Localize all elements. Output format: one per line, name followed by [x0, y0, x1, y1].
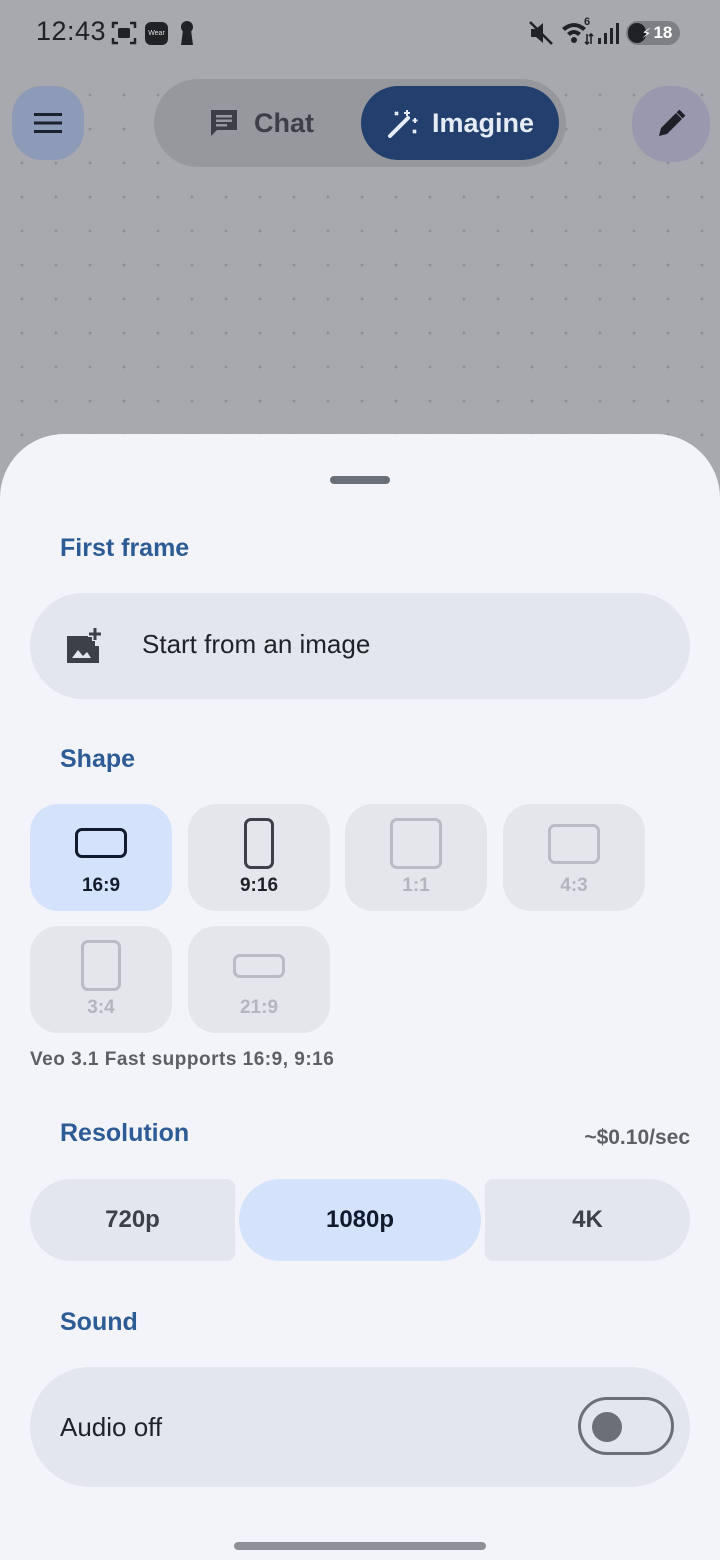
hamburger-menu-icon [34, 113, 62, 133]
landscape-frame-icon [75, 828, 127, 858]
video-settings-sheet: First frame Start from an image Shape 16… [0, 434, 720, 1560]
mode-imagine-label: Imagine [431, 107, 535, 138]
battery-level: 18 [653, 23, 673, 42]
sound-title: Sound [60, 1308, 138, 1336]
audio-row: Audio off [30, 1367, 690, 1487]
mode-imagine-button[interactable]: Imagine [361, 86, 559, 160]
shape-label: 9:16 [239, 875, 279, 896]
shape-label: 16:9 [81, 875, 121, 896]
mode-chat-label: Chat [254, 107, 314, 138]
shape-9-16-tile[interactable]: 9:16 [188, 804, 330, 911]
shape-3-4-tile[interactable]: 3:4 [30, 926, 172, 1033]
status-bar: 12:43 Wear 6 ⚡ 18 [0, 0, 720, 66]
ultrawide-frame-icon [233, 954, 285, 978]
price-per-second: ~$0.10/sec [584, 1126, 690, 1149]
resolution-label: 1080p [325, 1206, 395, 1233]
menu-button[interactable] [12, 86, 84, 160]
wifi-standard-badge: 6 [584, 16, 591, 28]
mute-icon [529, 21, 553, 45]
shape-4-3-tile[interactable]: 4:3 [503, 804, 645, 911]
home-gesture-bar[interactable] [234, 1542, 486, 1550]
switch-knob [592, 1412, 622, 1442]
shape-title: Shape [60, 745, 136, 773]
wear-icon: Wear [145, 22, 168, 45]
status-time: 12:43 [36, 16, 107, 46]
background-canvas [0, 0, 720, 470]
magic-wand-icon [387, 110, 418, 138]
new-chat-button[interactable] [632, 86, 710, 162]
keyhole-icon [181, 21, 193, 45]
bolt-icon: ⚡ [641, 24, 652, 41]
three-four-frame-icon [81, 940, 121, 991]
pencil-icon [659, 109, 686, 136]
start-from-image-button[interactable]: Start from an image [30, 593, 690, 699]
shape-label: 4:3 [560, 875, 588, 896]
shape-label: 21:9 [239, 997, 279, 1018]
portrait-frame-icon [244, 818, 274, 869]
four-three-frame-icon [548, 824, 600, 864]
audio-label: Audio off [60, 1412, 163, 1442]
shape-1-1-tile[interactable]: 1:1 [345, 804, 487, 911]
battery-indicator: ⚡ 18 [626, 21, 680, 45]
resolution-label: 4K [572, 1206, 603, 1233]
resolution-label: 720p [105, 1206, 160, 1233]
cell-signal-icon [598, 23, 619, 44]
mode-toggle: Chat Imagine [154, 79, 566, 167]
shape-16-9-tile[interactable]: 16:9 [30, 804, 172, 911]
resolution-title: Resolution [60, 1119, 190, 1147]
add-photo-icon [67, 627, 102, 663]
chat-bubble-icon [211, 110, 237, 136]
first-frame-title: First frame [60, 534, 190, 562]
screenshot-icon [111, 21, 137, 45]
start-from-image-label: Start from an image [142, 629, 371, 659]
shape-label: 1:1 [402, 875, 430, 896]
resolution-1080p-button[interactable]: 1080p [239, 1179, 481, 1261]
shape-support-note: Veo 3.1 Fast supports 16:9, 9:16 [30, 1049, 335, 1070]
drag-handle[interactable] [330, 476, 390, 484]
square-frame-icon [390, 818, 442, 869]
audio-toggle-switch[interactable] [578, 1397, 674, 1455]
shape-label: 3:4 [87, 997, 115, 1018]
resolution-4k-button[interactable]: 4K [485, 1179, 690, 1261]
mode-chat-button[interactable]: Chat [208, 101, 314, 145]
resolution-720p-button[interactable]: 720p [30, 1179, 235, 1261]
shape-21-9-tile[interactable]: 21:9 [188, 926, 330, 1033]
